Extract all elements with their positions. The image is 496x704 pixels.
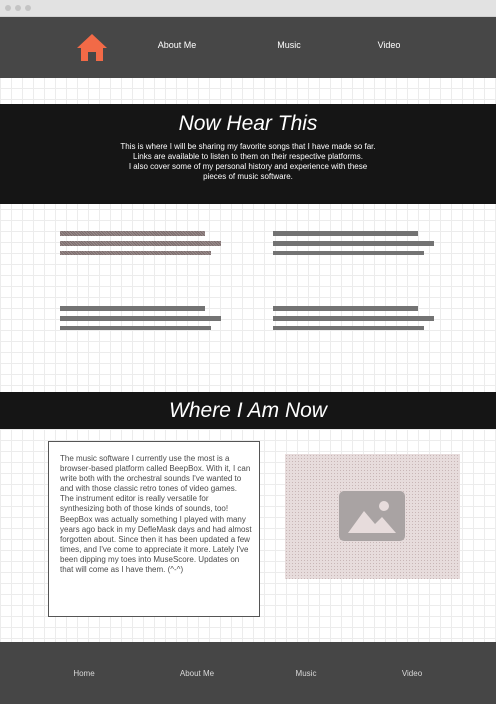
section-banner: Where I Am Now (0, 392, 496, 429)
window-titlebar (0, 0, 496, 17)
text-line-placeholder (60, 326, 211, 330)
text-line-placeholder (273, 316, 434, 321)
window-control-close[interactable] (5, 5, 11, 11)
nav-music[interactable]: Music (244, 40, 334, 50)
text-line-placeholder (60, 306, 205, 311)
text-line-placeholder (273, 251, 424, 255)
footer-home[interactable]: Home (44, 669, 124, 678)
story-text-box: The music software I currently use the m… (48, 441, 260, 617)
footer-video[interactable]: Video (372, 669, 452, 678)
text-line-placeholder (60, 316, 221, 321)
home-icon[interactable] (76, 33, 108, 62)
section-title: Where I Am Now (169, 399, 327, 422)
text-line-placeholder (60, 251, 211, 255)
top-navigation: About Me Music Video (0, 17, 496, 78)
text-line-placeholder (60, 231, 205, 236)
text-line-placeholder (273, 241, 434, 246)
hero-title: Now Hear This (178, 112, 318, 135)
hero-description-paragraph-2: I also cover some of my personal history… (128, 162, 368, 181)
text-line-placeholder (60, 241, 221, 246)
image-placeholder (285, 454, 460, 579)
window-control-maximize[interactable] (25, 5, 31, 11)
image-placeholder-icon (339, 491, 405, 541)
footer-music[interactable]: Music (266, 669, 346, 678)
footer-navigation: Home About Me Music Video (0, 642, 496, 704)
text-line-placeholder (273, 231, 418, 236)
hero-description-paragraph-1: This is where I will be sharing my favor… (120, 142, 376, 161)
footer-about-me[interactable]: About Me (157, 669, 237, 678)
hero-banner: Now Hear This This is where I will be sh… (0, 104, 496, 204)
text-line-placeholder (273, 306, 418, 311)
window-control-minimize[interactable] (15, 5, 21, 11)
story-paragraph: The music software I currently use the m… (60, 454, 252, 575)
text-line-placeholder (273, 326, 424, 330)
hero-description: This is where I will be sharing my favor… (120, 142, 376, 182)
nav-video[interactable]: Video (344, 40, 434, 50)
nav-about-me[interactable]: About Me (132, 40, 222, 50)
